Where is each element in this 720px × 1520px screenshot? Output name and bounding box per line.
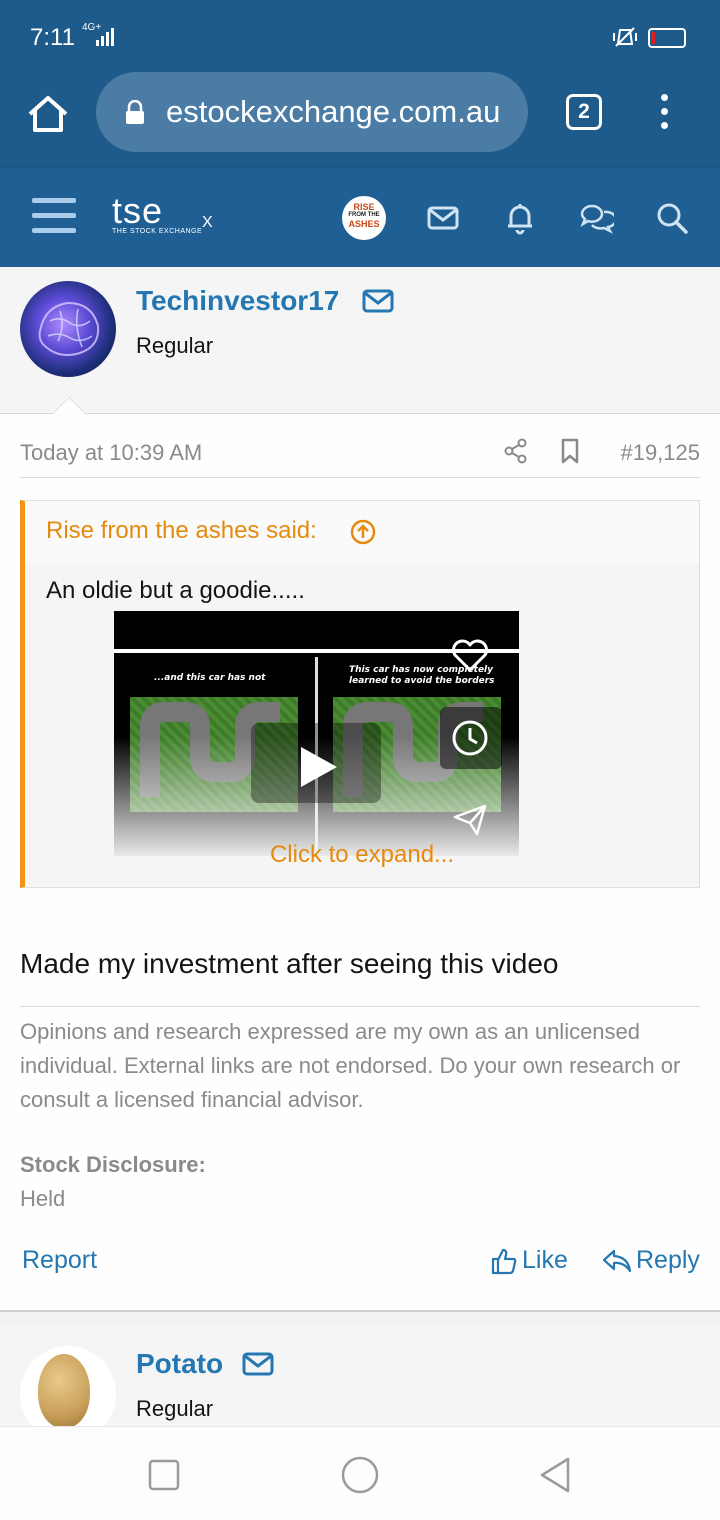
next-author-title: Regular [136, 1396, 214, 1421]
author-avatar[interactable] [20, 281, 116, 377]
next-author-avatar[interactable] [20, 1346, 116, 1426]
next-post-author: Potato Regular [0, 1324, 720, 1426]
post-meta: Today at 10:39 AM #19,125 [20, 438, 700, 478]
avatar-text-bottom: ASHES [348, 219, 380, 229]
post-message: Made my investment after seeing this vid… [20, 948, 559, 979]
reply-icon [602, 1249, 632, 1272]
bell-icon[interactable] [502, 200, 538, 236]
send-icon[interactable] [452, 803, 488, 837]
search-icon[interactable] [654, 200, 690, 236]
disclosure-value: Held [20, 1186, 66, 1211]
like-label: Like [522, 1246, 568, 1274]
post-date[interactable]: Today at 10:39 AM [20, 440, 202, 466]
thumbs-up-icon [491, 1248, 517, 1274]
share-icon[interactable] [504, 438, 528, 464]
post-number[interactable]: #19,125 [620, 440, 700, 466]
inbox-icon[interactable] [425, 200, 461, 236]
next-mail-icon[interactable] [242, 1352, 274, 1376]
post-separator [0, 1310, 720, 1324]
address-bar[interactable]: estockexchange.com.au [96, 72, 528, 152]
system-nav-bar [0, 1426, 720, 1520]
quote-author[interactable]: Rise from the ashes said: [46, 517, 317, 545]
arrow-up-circle-icon[interactable] [350, 519, 376, 545]
avatar-text-top: RISE [353, 202, 375, 212]
recents-icon[interactable] [144, 1455, 184, 1495]
browser-toolbar: estockexchange.com.au 2 [0, 72, 720, 168]
next-author-username[interactable]: Potato [136, 1348, 223, 1380]
clock-icon[interactable] [451, 719, 489, 757]
status-time: 7:11 [30, 24, 75, 51]
site-logo[interactable]: tse THE STOCK EXCHANGE X [112, 190, 213, 236]
bookmark-icon[interactable] [560, 438, 580, 464]
signal-icon [96, 28, 114, 46]
more-menu-icon[interactable] [652, 94, 676, 134]
lock-icon [126, 100, 144, 124]
post-body: Today at 10:39 AM #19,125 Rise from the … [0, 397, 720, 1310]
heart-icon[interactable] [450, 639, 490, 673]
logo-sub: THE STOCK EXCHANGE [112, 228, 203, 235]
user-avatar[interactable]: RISE FROM THE ASHES [342, 196, 386, 240]
logo-main: tse [112, 190, 164, 231]
author-title: Regular [136, 333, 214, 358]
logo-x: X [202, 214, 213, 231]
author-username[interactable]: Techinvestor17 [136, 285, 339, 317]
reply-button[interactable]: Reply [602, 1246, 700, 1275]
embedded-video[interactable]: ...and this car has not This car has now… [114, 611, 519, 856]
play-icon[interactable] [301, 747, 337, 787]
home-nav-icon[interactable] [340, 1455, 380, 1495]
tab-switcher-button[interactable]: 2 [566, 94, 602, 130]
like-button[interactable]: Like [490, 1246, 568, 1275]
disclosure-label: Stock Disclosure: [20, 1152, 206, 1177]
post-author: Techinvestor17 Regular [0, 267, 720, 413]
back-icon[interactable] [536, 1455, 576, 1495]
site-header: tse THE STOCK EXCHANGE X RISE FROM THE A… [0, 168, 720, 267]
click-to-expand-link[interactable]: Click to expand... [25, 841, 699, 869]
video-caption-left: ...and this car has not [154, 673, 266, 683]
conversations-icon[interactable] [578, 200, 614, 236]
quote-block: Rise from the ashes said: An oldie but a… [20, 500, 700, 888]
mail-icon[interactable] [362, 289, 394, 313]
post-arrow [52, 397, 86, 414]
home-icon[interactable] [26, 92, 70, 136]
vibrate-icon [613, 27, 637, 47]
hamburger-menu-icon[interactable] [32, 198, 76, 236]
quote-header: Rise from the ashes said: [25, 501, 699, 563]
reply-label: Reply [636, 1246, 700, 1274]
status-bar: 7:11 4G+ [0, 0, 720, 72]
report-button[interactable]: Report [22, 1246, 97, 1275]
post-actions: Report Like Reply [22, 1246, 700, 1282]
url-text: estockexchange.com.au [166, 94, 501, 129]
quote-text: An oldie but a goodie..... [46, 577, 305, 604]
battery-icon [648, 28, 686, 48]
signature-text: Opinions and research expressed are my o… [20, 1006, 700, 1117]
avatar-text-mid: FROM THE [348, 212, 380, 218]
